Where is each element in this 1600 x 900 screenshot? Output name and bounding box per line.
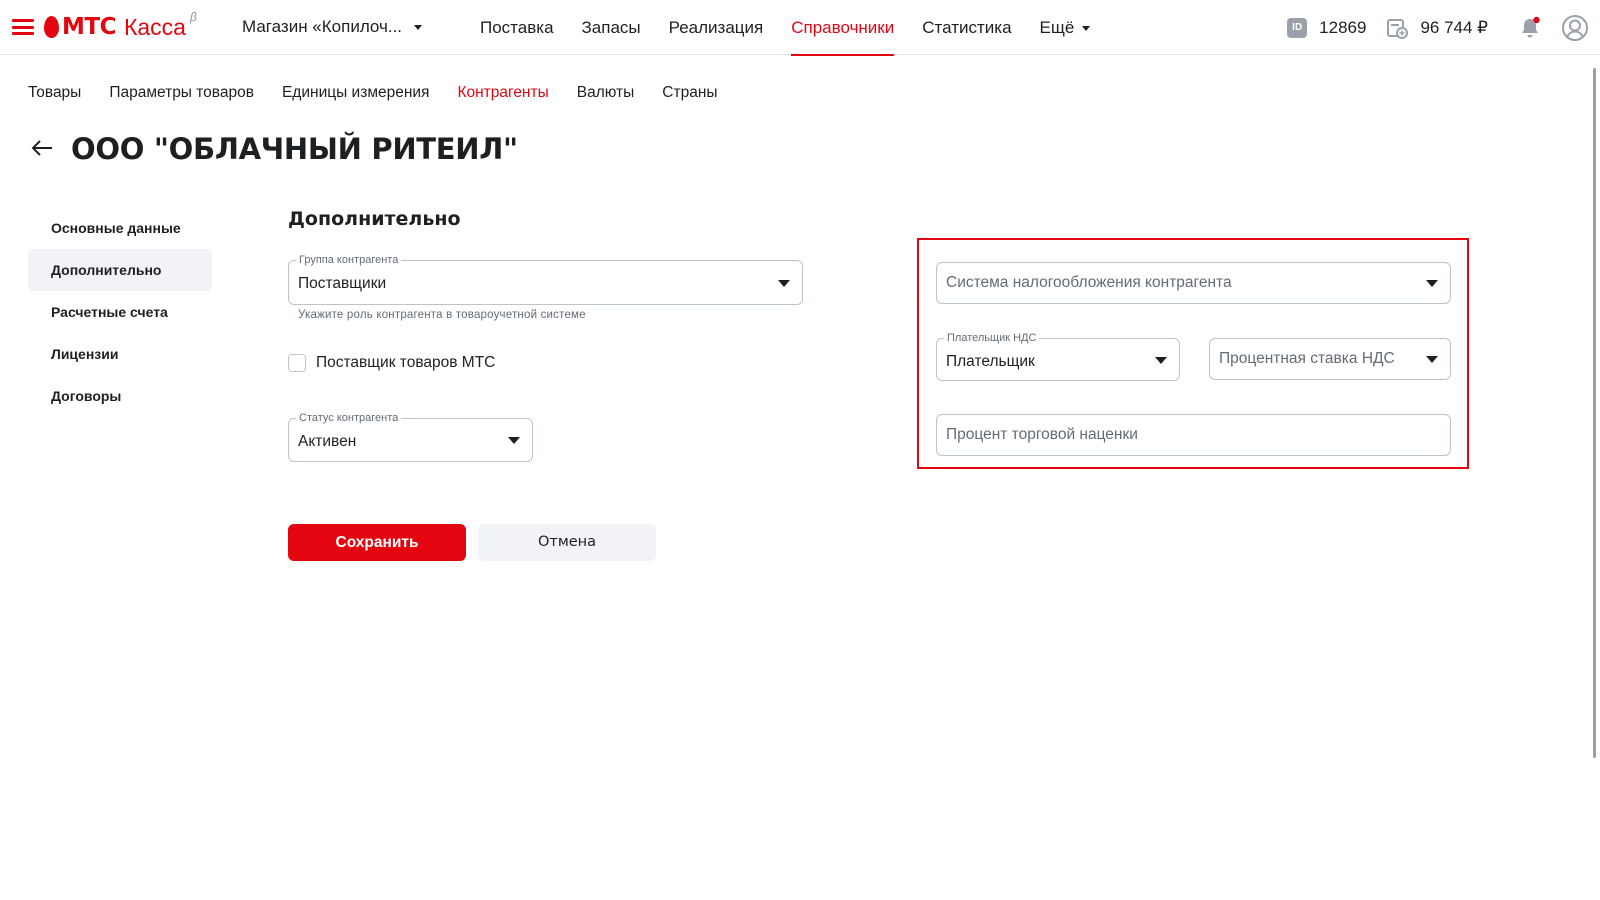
field-value: Поставщики xyxy=(298,275,387,292)
field-label: Плательщик НДС xyxy=(944,332,1040,345)
cancel-button[interactable]: Отмена xyxy=(478,524,656,561)
chevron-down-icon xyxy=(1155,356,1167,364)
vat-rate-select[interactable]: Процентная ставка НДС xyxy=(1209,338,1451,380)
field-hint: Укажите роль контрагента в товароучетной… xyxy=(298,309,586,321)
tax-system-select[interactable]: Система налогообложения контрагента xyxy=(936,262,1451,304)
side-item-additional[interactable]: Дополнительно xyxy=(28,249,212,291)
page-title: ООО "ОБЛАЧНЫЙ РИТЕИЛ" xyxy=(71,132,518,166)
back-arrow-icon[interactable] xyxy=(30,138,54,158)
top-right-tools: ID 12869 96 744 ₽ xyxy=(1287,0,1588,55)
balance: 96 744 ₽ xyxy=(1420,17,1488,37)
nav-label: Запасы xyxy=(581,18,641,37)
chevron-down-icon xyxy=(414,24,423,30)
nav-label: Реализация xyxy=(668,18,764,37)
nav-item-postavka[interactable]: Поставка xyxy=(466,0,568,55)
field-placeholder: Система налогообложения контрагента xyxy=(946,274,1232,291)
side-item-contracts[interactable]: Договоры xyxy=(28,375,212,417)
counterparty-group-select[interactable]: Группа контрагента Поставщики xyxy=(288,254,803,305)
chevron-down-icon xyxy=(1082,26,1091,32)
menu-icon[interactable] xyxy=(12,19,34,35)
tab-strany[interactable]: Страны xyxy=(662,84,717,102)
side-item-main-data[interactable]: Основные данные xyxy=(28,207,212,249)
chevron-down-icon xyxy=(508,437,520,444)
beta-badge: β xyxy=(189,10,197,24)
tab-kontragenty[interactable]: Контрагенты xyxy=(457,84,548,102)
markup-percent-input[interactable]: Процент торговой наценки xyxy=(936,414,1451,456)
user-id: 12869 xyxy=(1319,17,1367,37)
side-item-licenses[interactable]: Лицензии xyxy=(28,333,212,375)
top-bar: МТС Касса β Магазин «Копилоч... Поставка… xyxy=(0,0,1600,56)
nav-item-more[interactable]: Ещё xyxy=(1026,0,1105,55)
field-placeholder: Процент торговой наценки xyxy=(946,426,1138,443)
sub-tabs: Товары Параметры товаров Единицы измерен… xyxy=(28,84,746,102)
nav-item-spravochniki[interactable]: Справочники xyxy=(777,0,908,56)
bell-icon[interactable] xyxy=(1518,16,1542,40)
counterparty-status-select[interactable]: Статус контрагента Активен xyxy=(288,412,533,462)
side-menu: Основные данные Дополнительно Расчетные … xyxy=(28,207,212,417)
nav-item-zapasy[interactable]: Запасы xyxy=(568,0,655,55)
logo[interactable]: МТС Касса β xyxy=(44,10,197,42)
field-placeholder: Процентная ставка НДС xyxy=(1219,350,1395,367)
field-label: Группа контрагента xyxy=(296,254,402,267)
field-label: Статус контрагента xyxy=(296,412,402,425)
wallet-icon[interactable] xyxy=(1386,17,1409,39)
store-selector[interactable]: Магазин «Копилоч... xyxy=(242,17,423,37)
nav-label: Статистика xyxy=(922,18,1012,37)
avatar-icon[interactable] xyxy=(1562,14,1588,41)
nav-label: Ещё xyxy=(1039,18,1075,37)
logo-brand: МТС xyxy=(62,14,116,40)
nav-item-statistika[interactable]: Статистика xyxy=(908,0,1025,55)
field-value: Плательщик xyxy=(946,353,1035,370)
checkbox-label: Поставщик товаров МТС xyxy=(316,354,496,371)
chevron-down-icon xyxy=(1426,356,1438,363)
vat-payer-select[interactable]: Плательщик НДС Плательщик xyxy=(936,332,1180,381)
page-scrollbar[interactable] xyxy=(1593,68,1596,758)
tab-valyuty[interactable]: Валюты xyxy=(577,84,635,102)
tab-edinitsy-izmereniya[interactable]: Единицы измерения xyxy=(282,84,429,102)
tab-parametry-tovarov[interactable]: Параметры товаров xyxy=(109,84,254,102)
mts-egg-logo-icon xyxy=(44,16,59,38)
id-icon: ID xyxy=(1287,17,1308,38)
chevron-down-icon xyxy=(1426,280,1438,287)
tab-tovary[interactable]: Товары xyxy=(28,84,81,102)
side-item-bank-accounts[interactable]: Расчетные счета xyxy=(28,291,212,333)
chevron-down-icon xyxy=(778,279,790,287)
section-title: Дополнительно xyxy=(288,208,461,230)
store-name: Магазин «Копилоч... xyxy=(242,17,403,36)
nav-item-realizatsiya[interactable]: Реализация xyxy=(655,0,778,55)
save-button[interactable]: Сохранить xyxy=(288,524,466,561)
mts-supplier-checkbox-row[interactable]: Поставщик товаров МТС xyxy=(288,354,495,372)
nav-label: Поставка xyxy=(480,18,554,37)
logo-product: Касса xyxy=(123,14,186,40)
field-value: Активен xyxy=(298,433,357,450)
mts-supplier-checkbox[interactable] xyxy=(288,354,306,372)
main-nav: Поставка Запасы Реализация Справочники С… xyxy=(466,0,1105,56)
nav-label: Справочники xyxy=(791,18,895,37)
